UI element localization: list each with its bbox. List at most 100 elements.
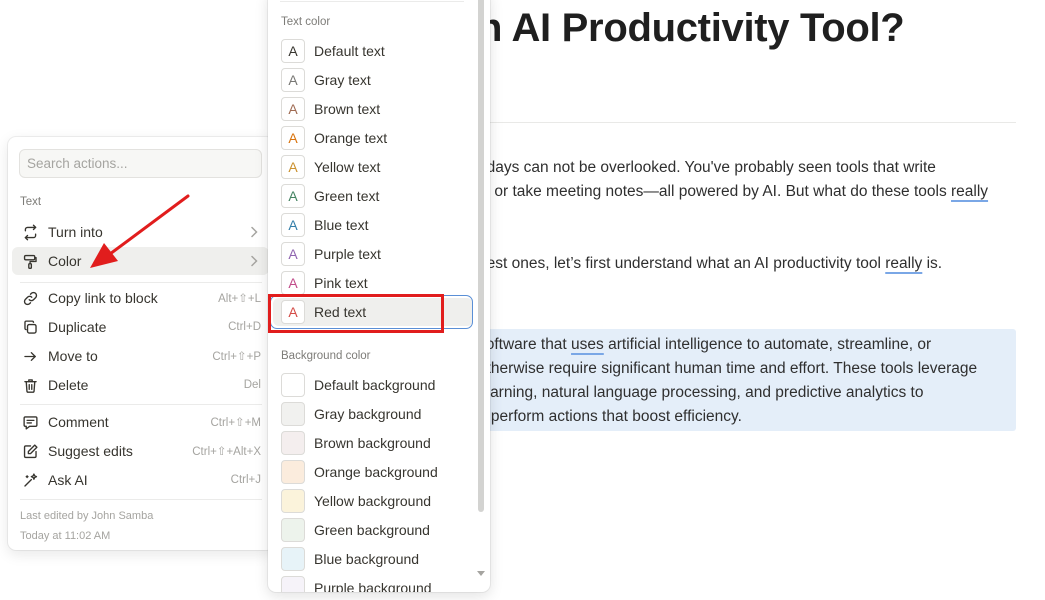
spellcheck-word[interactable]: uses (571, 336, 604, 353)
color-option-label: Blue text (314, 217, 369, 233)
background-color-option[interactable]: Purple background (273, 574, 473, 592)
text-color-option[interactable]: A Red text (273, 298, 473, 326)
menu-item-label: Move to (48, 348, 98, 364)
text-color-option[interactable]: A Yellow text (273, 153, 473, 181)
text-color-option[interactable]: A Pink text (273, 269, 473, 297)
ask-ai-menu-item[interactable]: Ask AI Ctrl+J (12, 466, 269, 494)
suggest-edits-menu-item[interactable]: Suggest edits Ctrl+⇧+Alt+X (12, 437, 269, 465)
text-run: software that (478, 336, 572, 353)
link-icon (20, 288, 40, 308)
text-run: artificial intelligence to automate, str… (603, 336, 932, 353)
scroll-down-icon[interactable] (476, 568, 486, 578)
background-color-swatch-icon (281, 431, 305, 455)
keyboard-shortcut: Ctrl+J (230, 474, 261, 486)
background-color-section-label: Background color (281, 350, 371, 362)
menu-item-label: Suggest edits (48, 443, 133, 459)
keyboard-shortcut: Ctrl+⇧+Alt+X (192, 446, 261, 458)
color-option-label: Green text (314, 188, 380, 204)
background-color-option[interactable]: Brown background (273, 429, 473, 457)
background-color-option[interactable]: Default background (273, 371, 473, 399)
background-color-swatch-icon (281, 373, 305, 397)
color-option-label: Green background (314, 522, 430, 538)
keyboard-shortcut: Ctrl+⇧+P (212, 351, 261, 363)
text-run: s, or take meeting notes—all powered by … (478, 183, 952, 200)
text-color-swatch-icon: A (281, 300, 305, 324)
menu-divider (280, 1, 464, 2)
comment-icon (20, 412, 40, 432)
menu-item-label: Duplicate (48, 319, 107, 335)
text-color-option[interactable]: A Default text (273, 37, 473, 65)
background-color-swatch-icon (281, 489, 305, 513)
text-color-option[interactable]: A Blue text (273, 211, 473, 239)
suggest-edits-icon (20, 441, 40, 461)
trash-icon (20, 375, 40, 395)
callout-line: learning, natural language processing, a… (478, 384, 924, 401)
background-color-swatch-icon (281, 576, 305, 592)
menu-item-label: Copy link to block (48, 290, 158, 306)
background-color-option[interactable]: Yellow background (273, 487, 473, 515)
callout-line: software that uses artificial intelligen… (478, 333, 1023, 357)
color-option-label: Brown text (314, 101, 381, 117)
menu-item-label: Ask AI (48, 472, 88, 488)
divider (478, 122, 1016, 123)
chevron-right-icon (247, 254, 261, 268)
text-color-option[interactable]: A Brown text (273, 95, 473, 123)
paragraph-intro[interactable]: adays can not be overlooked. You've prob… (478, 156, 1023, 204)
color-option-label: Gray background (314, 406, 422, 422)
paragraph-definition-intro[interactable]: best ones, let’s first understand what a… (478, 252, 1023, 276)
paint-roller-icon (20, 251, 40, 271)
text-color-option[interactable]: A Orange text (273, 124, 473, 152)
background-color-option[interactable]: Gray background (273, 400, 473, 428)
text-color-swatch-icon: A (281, 68, 305, 92)
callout-text[interactable]: software that uses artificial intelligen… (478, 333, 1023, 429)
menu-divider (20, 282, 262, 283)
color-menu-item[interactable]: Color (12, 247, 269, 275)
turn-into-icon (20, 222, 40, 242)
menu-item-label: Turn into (48, 224, 103, 240)
color-option-label: Yellow background (314, 493, 432, 509)
last-edited-time: Today at 11:02 AM (20, 530, 111, 542)
color-option-label: Red text (314, 304, 367, 320)
background-color-option[interactable]: Green background (273, 516, 473, 544)
menu-item-label: Color (48, 253, 82, 269)
text-color-swatch-icon: A (281, 155, 305, 179)
text-color-swatch-icon: A (281, 97, 305, 121)
text-color-option[interactable]: A Green text (273, 182, 473, 210)
spellcheck-word[interactable]: really (951, 183, 988, 200)
color-option-label: Pink text (314, 275, 368, 291)
color-option-label: Gray text (314, 72, 371, 88)
copy-link-menu-item[interactable]: Copy link to block Alt+⇧+L (12, 284, 269, 312)
paragraph-line: s, or take meeting notes—all powered by … (478, 180, 1023, 204)
background-color-swatch-icon (281, 547, 305, 571)
text-run: is. (922, 255, 943, 272)
text-color-swatch-icon: A (281, 126, 305, 150)
text-color-swatch-icon: A (281, 242, 305, 266)
scrollbar-thumb[interactable] (478, 0, 484, 512)
turn-into-menu-item[interactable]: Turn into (12, 218, 269, 246)
text-color-swatch-icon: A (281, 184, 305, 208)
background-color-option[interactable]: Blue background (273, 545, 473, 573)
section-label-text: Text (20, 196, 42, 208)
duplicate-menu-item[interactable]: Duplicate Ctrl+D (12, 313, 269, 341)
delete-menu-item[interactable]: Delete Del (12, 371, 269, 399)
move-to-menu-item[interactable]: Move to Ctrl+⇧+P (12, 342, 269, 370)
chevron-right-icon (247, 225, 261, 239)
color-option-label: Orange text (314, 130, 388, 146)
color-option-label: Blue background (314, 551, 420, 567)
page-title: n AI Productivity Tool? (478, 6, 905, 50)
text-color-swatch-icon: A (281, 271, 305, 295)
menu-item-label: Comment (48, 414, 109, 430)
text-color-option[interactable]: A Gray text (273, 66, 473, 94)
color-option-label: Purple text (314, 246, 381, 262)
color-option-label: Default text (314, 43, 385, 59)
background-color-option[interactable]: Orange background (273, 458, 473, 486)
spellcheck-word[interactable]: really (885, 255, 922, 272)
menu-item-label: Delete (48, 377, 89, 393)
color-option-label: Default background (314, 377, 436, 393)
arrow-right-icon (20, 346, 40, 366)
search-actions-input[interactable] (19, 149, 262, 178)
keyboard-shortcut: Ctrl+D (228, 321, 261, 333)
text-color-option[interactable]: A Purple text (273, 240, 473, 268)
comment-menu-item[interactable]: Comment Ctrl+⇧+M (12, 408, 269, 436)
duplicate-icon (20, 317, 40, 337)
